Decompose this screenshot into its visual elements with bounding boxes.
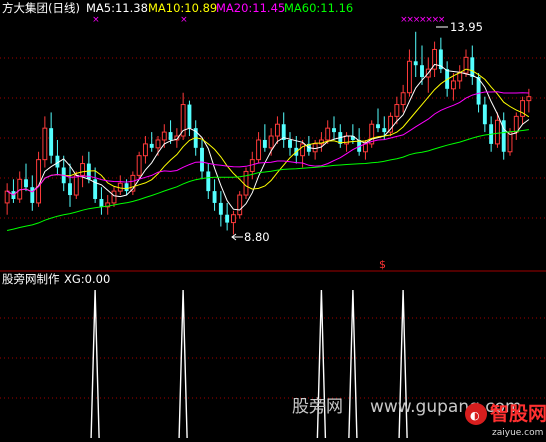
watermark-brand: 智股网 (490, 402, 546, 425)
candle-body (111, 190, 117, 204)
candle-body (268, 135, 274, 149)
ma20-line (6, 91, 529, 196)
candle-body (507, 131, 513, 153)
candle-body (413, 61, 418, 66)
indicator-title: 股旁网制作 (2, 272, 60, 286)
candle-body (274, 123, 280, 137)
candle-body (180, 104, 186, 137)
candle-body (513, 115, 519, 133)
candle-body (526, 96, 532, 102)
candle-body (332, 128, 336, 133)
candle-body (24, 179, 28, 188)
low-price-annotation: 8.80 (244, 230, 270, 244)
watermark-brand-url: zaiyue.com (492, 428, 543, 438)
candle-body (212, 191, 217, 203)
signal-marker: × (438, 15, 446, 25)
candle-body (218, 202, 223, 215)
candle-body (80, 163, 86, 176)
candle-body (161, 131, 167, 141)
candle-body (30, 187, 35, 203)
indicator-spike (90, 289, 100, 439)
candle-body (262, 139, 267, 148)
candle-body (300, 143, 306, 157)
indicator-xg-value: XG:0.00 (64, 272, 110, 286)
dollar-marker: $ (379, 258, 386, 271)
indicator-spike-series (90, 289, 408, 439)
signal-marker: × (180, 15, 188, 25)
candle-body (99, 198, 104, 207)
stock-name: 方大集团(日线) (2, 1, 80, 15)
candle-body (230, 214, 236, 224)
candle-body (225, 214, 230, 223)
candle-body (73, 174, 79, 196)
ma5-line (6, 63, 530, 211)
high-price-annotation: 13.95 (450, 20, 483, 34)
candle-body (42, 127, 48, 161)
candle-body (200, 147, 204, 172)
candle-body (49, 128, 54, 156)
candle-body (168, 132, 173, 140)
candle-body (400, 92, 406, 106)
candle-body (470, 57, 475, 78)
moving-average-lines (6, 63, 530, 231)
candle-body (288, 139, 292, 148)
candle-body (482, 104, 487, 125)
chart-stage: × × ××××××× 方大集团(日线) MA5:11.38 MA10:10.89 … (0, 1, 546, 439)
candle-body (394, 104, 400, 117)
candle-body (142, 143, 148, 157)
ma20-label: MA20:11.45 (216, 1, 285, 15)
candle-body (68, 183, 72, 196)
candle-body (376, 124, 380, 129)
candle-body (237, 194, 243, 216)
candle-body (406, 60, 412, 94)
candle-body (187, 104, 192, 129)
candle-body (155, 139, 161, 149)
candle-body (457, 72, 463, 82)
ma5-label: MA5:11.38 (86, 1, 148, 15)
candle-body (124, 183, 129, 192)
ma10-label: MA10:10.89 (148, 1, 217, 15)
candle-body (382, 128, 387, 133)
candle-body (362, 143, 368, 153)
candle-body (450, 80, 456, 90)
candle-body (420, 65, 424, 78)
ma60-line (6, 129, 529, 231)
candle-body (463, 56, 469, 74)
candlestick-series (4, 31, 532, 235)
candle-body (256, 139, 262, 161)
candle-body (36, 159, 42, 204)
signal-markers: × × ××××××× (92, 15, 445, 25)
candle-body (136, 155, 142, 176)
candle-body (494, 119, 500, 145)
ma60-label: MA60:11.16 (284, 1, 353, 15)
candle-body (4, 190, 10, 204)
indicator-spike (178, 289, 188, 439)
brand-logo-glyph: ◐ (470, 409, 480, 422)
candle-body (206, 171, 211, 192)
watermark-site: 股旁网 (292, 397, 343, 417)
candle-body (325, 127, 331, 141)
candle-body (149, 143, 154, 148)
indicator-grid (0, 317, 546, 399)
signal-marker: × (92, 15, 100, 25)
indicator-spike (348, 289, 358, 439)
